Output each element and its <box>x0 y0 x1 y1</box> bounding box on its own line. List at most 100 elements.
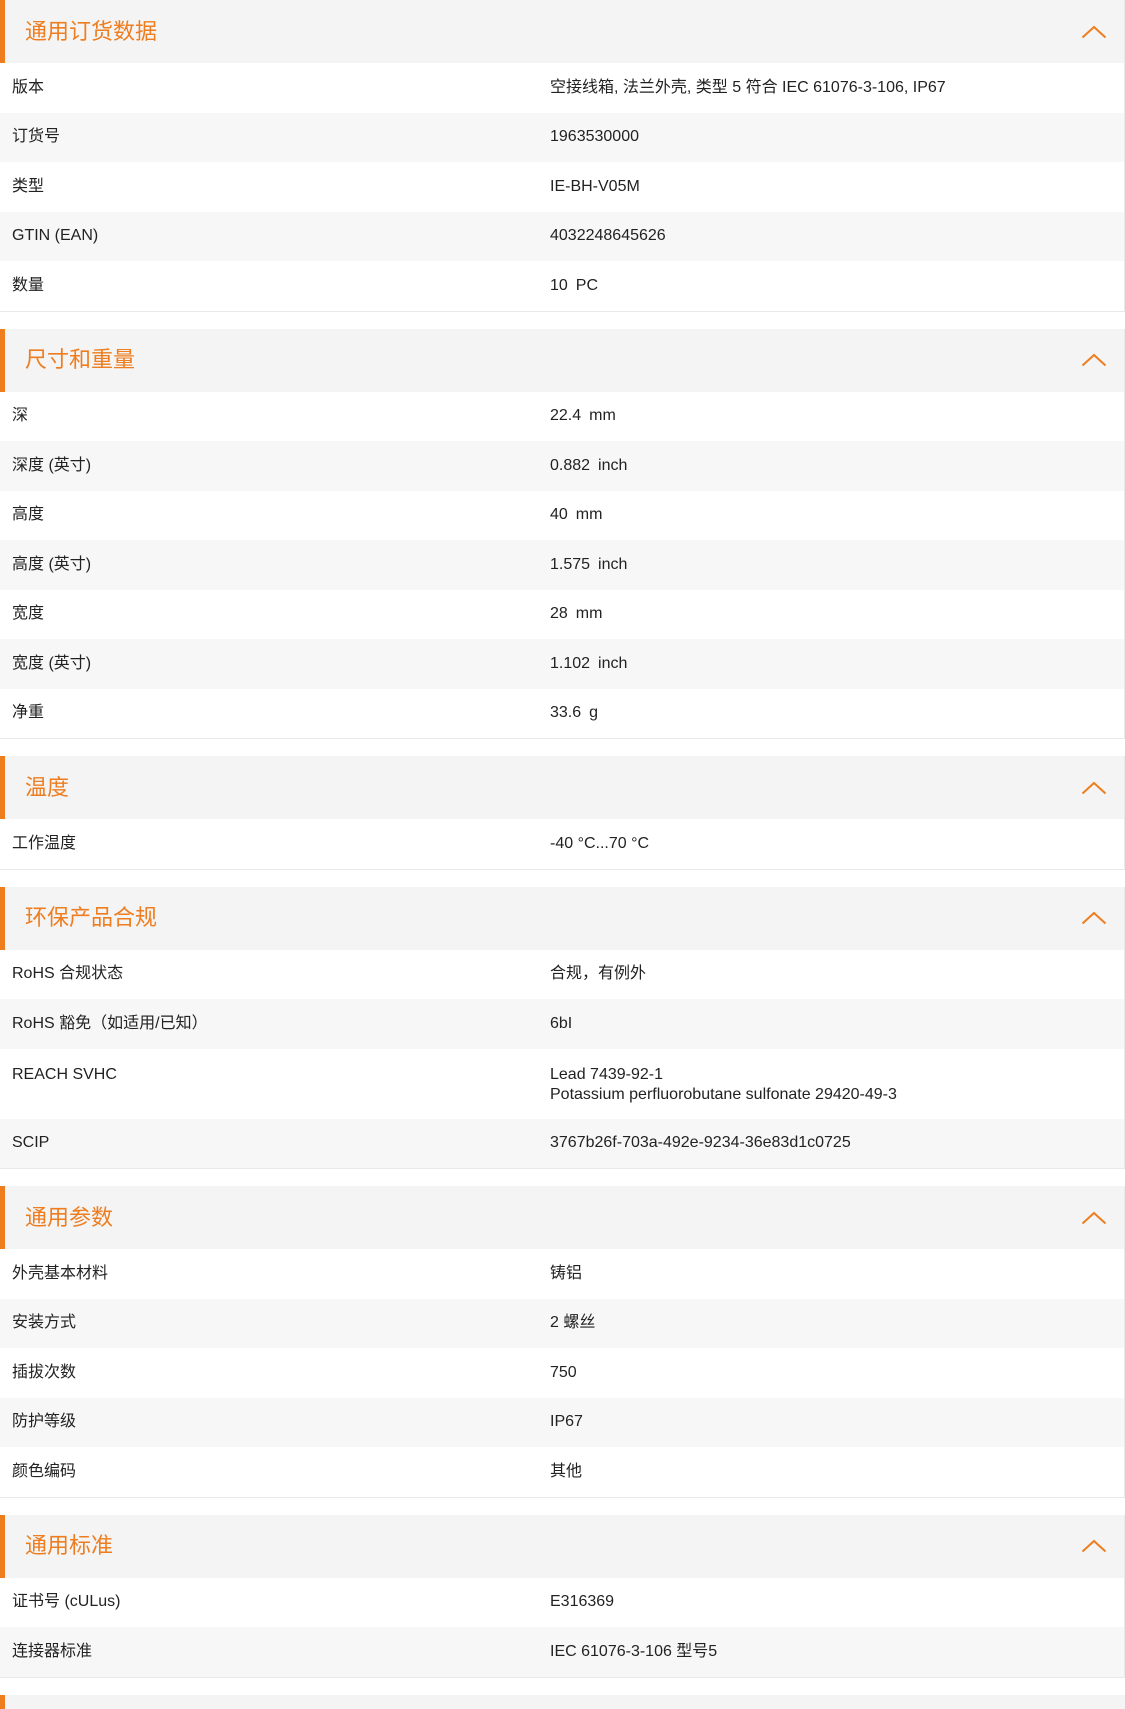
row-depth: 深 22.4 mm <box>0 392 1124 442</box>
section-title: 尺寸和重量 <box>25 347 136 372</box>
row-value: Lead 7439-92-1 Potassium perfluorobutane… <box>550 1065 897 1105</box>
row-value: IE-BH-V05M <box>550 177 640 195</box>
row-value: 1963530000 <box>550 128 639 146</box>
row-label: SCIP <box>12 1134 50 1152</box>
row-width: 宽度 28 mm <box>0 590 1124 640</box>
value-unit: mm <box>589 407 616 425</box>
value-unit: inch <box>598 555 628 573</box>
row-value: 10 PC <box>550 276 598 296</box>
product-specs-page: 通用订货数据 版本 空接线箱, 法兰外壳, 类型 5 符合 IEC 61076-… <box>0 0 1125 1709</box>
row-label: 宽度 (英寸) <box>12 654 92 672</box>
accent-bar <box>0 1694 5 1709</box>
row-label: 证书号 (cULus) <box>12 1593 121 1611</box>
row-value: 40 mm <box>550 505 602 525</box>
row-label: GTIN (EAN) <box>12 227 99 245</box>
section-title: 温度 <box>25 774 70 800</box>
row-label: RoHS 合规状态 <box>12 965 124 983</box>
row-type: 类型 IE-BH-V05M <box>0 162 1124 212</box>
row-depth-inch: 深度 (英寸) 0.882 inch <box>0 441 1124 491</box>
value-number: 33.6 <box>550 704 582 722</box>
section-general-standards: 通用标准 证书号 (cULus) E316369 连接器标准 IEC 61076… <box>0 1514 1125 1678</box>
value-unit: mm <box>575 605 603 623</box>
row-label: 颜色编码 <box>12 1462 77 1480</box>
value-number: 22.4 <box>550 407 582 425</box>
section-general-parameters: 通用参数 外壳基本材料 铸铝 安装方式 2 螺丝 插拔次数 750 防护等级 I… <box>0 1186 1125 1498</box>
row-gtin: GTIN (EAN) 4032248645626 <box>0 211 1124 261</box>
row-label: 深 <box>12 407 29 425</box>
row-mounting: 安装方式 2 螺丝 <box>0 1298 1124 1348</box>
row-label: 插拔次数 <box>12 1363 77 1381</box>
row-rohs-status: RoHS 合规状态 合规，有例外 <box>0 950 1124 1000</box>
section-header-environmental-compliance[interactable]: 环保产品合规 <box>0 886 1124 950</box>
section-title: 环保产品合规 <box>25 905 158 930</box>
next-section-header-partial[interactable] <box>0 1694 1125 1709</box>
row-label: 类型 <box>12 177 45 195</box>
row-label: 高度 (英寸) <box>12 555 92 573</box>
row-reach-svhc: REACH SVHC Lead 7439-92-1 Potassium perf… <box>0 1049 1124 1119</box>
section-ordering-data: 通用订货数据 版本 空接线箱, 法兰外壳, 类型 5 符合 IEC 61076-… <box>0 0 1125 312</box>
value-number: 1.575 <box>550 555 591 573</box>
section-header-dimensions-weight[interactable]: 尺寸和重量 <box>0 328 1124 392</box>
row-value: 22.4 mm <box>550 406 616 426</box>
row-height-inch: 高度 (英寸) 1.575 inch <box>0 540 1124 590</box>
section-title: 通用订货数据 <box>25 18 158 44</box>
chevron-up-icon[interactable] <box>1081 1539 1107 1553</box>
row-rohs-exemption: RoHS 豁免（如适用/已知） 6bI <box>0 999 1124 1049</box>
row-housing-material: 外壳基本材料 铸铝 <box>0 1249 1124 1299</box>
row-width-inch: 宽度 (英寸) 1.102 inch <box>0 639 1124 689</box>
value-line: Lead 7439-92-1 <box>550 1065 663 1083</box>
section-header-ordering-data[interactable]: 通用订货数据 <box>0 0 1124 63</box>
section-temperature: 温度 工作温度 -40 °C...70 °C <box>0 756 1125 870</box>
row-version: 版本 空接线箱, 法兰外壳, 类型 5 符合 IEC 61076-3-106, … <box>0 63 1124 113</box>
row-value: 空接线箱, 法兰外壳, 类型 5 符合 IEC 61076-3-106, IP6… <box>550 78 946 96</box>
section-header-general-parameters[interactable]: 通用参数 <box>0 1186 1124 1249</box>
row-label: 版本 <box>12 78 45 96</box>
row-net-weight: 净重 33.6 g <box>0 689 1124 739</box>
row-value: 2 螺丝 <box>550 1314 596 1332</box>
row-label: 深度 (英寸) <box>12 456 92 474</box>
section-header-temperature[interactable]: 温度 <box>0 756 1124 819</box>
value-number: 28 <box>550 605 568 623</box>
row-operating-temperature: 工作温度 -40 °C...70 °C <box>0 819 1124 869</box>
accent-bar <box>0 1514 5 1578</box>
section-title: 通用参数 <box>25 1204 114 1230</box>
row-label: 数量 <box>12 276 45 294</box>
accent-bar <box>0 0 5 63</box>
chevron-up-icon[interactable] <box>1081 353 1107 367</box>
row-value: 3767b26f-703a-492e-9234-36e83d1c0725 <box>550 1134 851 1152</box>
accent-bar <box>0 756 5 819</box>
row-value: 1.102 inch <box>550 654 627 674</box>
row-label: 工作温度 <box>12 834 77 852</box>
value-unit: PC <box>575 276 599 294</box>
row-protection-class: 防护等级 IP67 <box>0 1397 1124 1447</box>
row-height: 高度 40 mm <box>0 491 1124 541</box>
value-number: 10 <box>550 276 568 294</box>
accent-bar <box>0 1186 5 1249</box>
section-header-general-standards[interactable]: 通用标准 <box>0 1514 1124 1578</box>
chevron-up-icon[interactable] <box>1081 781 1107 795</box>
section-title: 通用标准 <box>25 1533 114 1558</box>
value-number: 40 <box>550 506 568 524</box>
row-value: IEC 61076-3-106 型号5 <box>550 1642 718 1660</box>
accent-bar <box>0 328 5 392</box>
section-dimensions-weight: 尺寸和重量 深 22.4 mm 深度 (英寸) 0.882 inch 高度 40 mm… <box>0 328 1125 739</box>
row-label: 净重 <box>12 704 45 722</box>
section-environmental-compliance: 环保产品合规 RoHS 合规状态 合规，有例外 RoHS 豁免（如适用/已知） … <box>0 886 1125 1169</box>
row-connector-standard: 连接器标准 IEC 61076-3-106 型号5 <box>0 1627 1124 1677</box>
row-value: 1.575 inch <box>550 555 627 575</box>
row-label: 连接器标准 <box>12 1642 93 1660</box>
row-value: 6bI <box>550 1014 573 1032</box>
value-unit: mm <box>575 506 603 524</box>
row-certificate-number: 证书号 (cULus) E316369 <box>0 1578 1124 1628</box>
row-value: 28 mm <box>550 604 602 624</box>
row-label: 安装方式 <box>12 1314 77 1332</box>
row-label: REACH SVHC <box>12 1065 117 1083</box>
row-value: 750 <box>550 1363 577 1381</box>
row-value: IP67 <box>550 1413 583 1431</box>
chevron-up-icon[interactable] <box>1081 1211 1107 1225</box>
value-unit: inch <box>598 654 628 672</box>
row-label: 订货号 <box>12 128 61 146</box>
chevron-up-icon[interactable] <box>1081 25 1107 39</box>
row-color-code: 颜色编码 其他 <box>0 1447 1124 1497</box>
chevron-up-icon[interactable] <box>1081 911 1107 925</box>
